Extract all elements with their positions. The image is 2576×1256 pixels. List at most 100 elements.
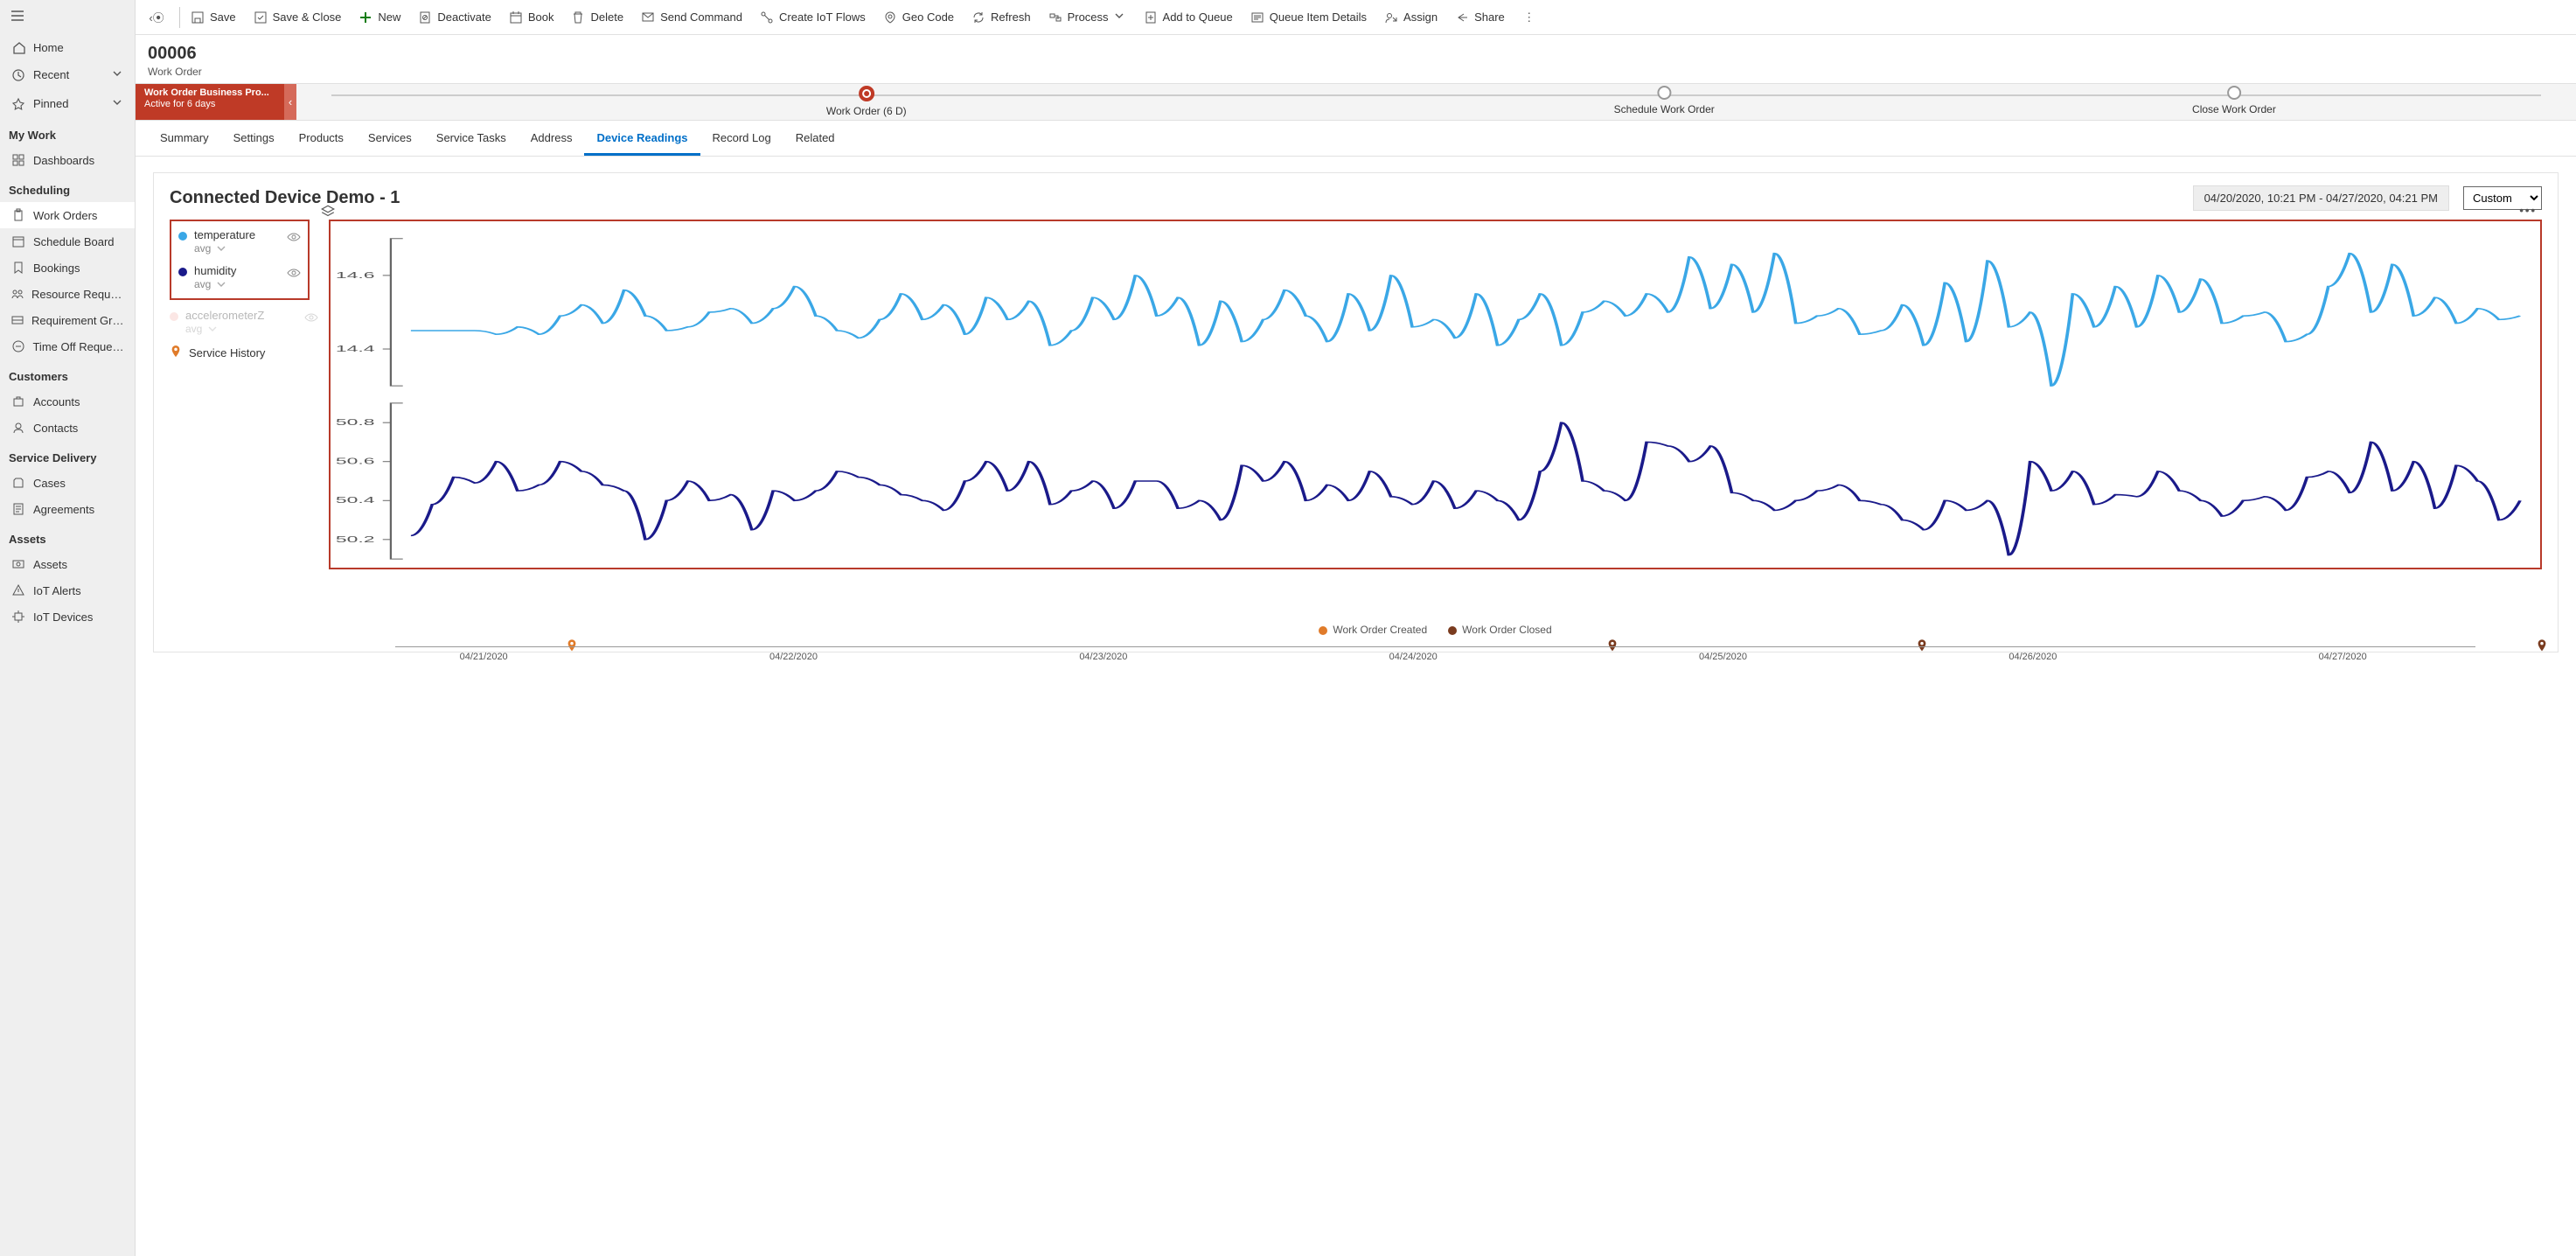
dashboard-icon	[10, 153, 26, 167]
record-tabs: SummarySettingsProductsServicesService T…	[136, 121, 2576, 157]
cmd-process[interactable]: Process	[1040, 0, 1135, 34]
reqgroup-icon	[10, 313, 24, 327]
nav-home[interactable]: Home	[0, 34, 135, 60]
send-icon	[641, 10, 655, 24]
x-tick: 04/27/2020	[2319, 652, 2367, 662]
cmd-geo-code[interactable]: Geo Code	[874, 0, 963, 34]
bpf-stage-close-work-order[interactable]: Close Work Order	[2192, 86, 2276, 115]
nav-recent[interactable]: Recent	[0, 60, 135, 89]
timeoff-icon	[10, 339, 25, 353]
legend-item-humidity[interactable]: humidityavg	[178, 264, 301, 291]
nav-item-iot-alerts[interactable]: IoT Alerts	[0, 577, 135, 604]
tab-settings[interactable]: Settings	[221, 121, 287, 156]
footer-legend-item: Work Order Created	[1319, 624, 1427, 636]
nav-item-work-orders[interactable]: Work Orders	[0, 202, 135, 228]
x-tick: 04/26/2020	[2009, 652, 2057, 662]
eye-icon[interactable]	[287, 230, 301, 247]
tab-summary[interactable]: Summary	[148, 121, 221, 156]
bpf-name: Work Order Business Pro...	[144, 87, 275, 99]
bpf-collapse-button[interactable]: ‹	[284, 84, 296, 120]
svg-text:50.8: 50.8	[336, 417, 375, 427]
x-tick: 04/25/2020	[1699, 652, 1747, 662]
back-button[interactable]: ‹⦿	[141, 0, 178, 34]
nav-item-cases[interactable]: Cases	[0, 470, 135, 496]
nav-item-requirement-groups[interactable]: Requirement Groups	[0, 307, 135, 333]
cmd-share[interactable]: Share	[1446, 0, 1514, 34]
tab-record-log[interactable]: Record Log	[700, 121, 783, 156]
legend-item-temperature[interactable]: temperatureavg	[178, 228, 301, 255]
left-nav: HomeRecentPinned My WorkDashboardsSchedu…	[0, 0, 136, 1256]
command-bar: ‹⦿SaveSave & CloseNewDeactivateBookDelet…	[136, 0, 2576, 35]
tab-device-readings[interactable]: Device Readings	[584, 121, 700, 156]
pin-icon	[10, 97, 26, 111]
eye-icon[interactable]	[304, 311, 318, 327]
queueadd-icon	[1144, 10, 1158, 24]
eye-icon[interactable]	[287, 266, 301, 283]
cmd-new[interactable]: New	[350, 0, 409, 34]
chevron-down-icon	[110, 66, 124, 83]
saveclose-icon	[254, 10, 268, 24]
new-icon	[359, 10, 372, 24]
nav-pinned[interactable]: Pinned	[0, 89, 135, 118]
booking-icon	[10, 261, 26, 275]
nav-item-agreements[interactable]: Agreements	[0, 496, 135, 522]
tab-related[interactable]: Related	[783, 121, 847, 156]
cmd-save[interactable]: Save	[182, 0, 245, 34]
cmd-assign[interactable]: Assign	[1375, 0, 1446, 34]
nav-item-schedule-board[interactable]: Schedule Board	[0, 228, 135, 255]
contact-icon	[10, 421, 26, 435]
tab-service-tasks[interactable]: Service Tasks	[424, 121, 519, 156]
iotalert-icon	[10, 583, 26, 597]
hamburger-button[interactable]	[0, 0, 135, 34]
nav-item-bookings[interactable]: Bookings	[0, 255, 135, 281]
bpf-stage-schedule-work-order[interactable]: Schedule Work Order	[1614, 86, 1715, 115]
cmd-deactivate[interactable]: Deactivate	[409, 0, 499, 34]
svg-text:50.4: 50.4	[336, 495, 375, 505]
cmd-create-iot-flows[interactable]: Create IoT Flows	[751, 0, 874, 34]
nav-section-customers: Customers	[0, 359, 135, 388]
nav-section-scheduling: Scheduling	[0, 173, 135, 202]
nav-item-iot-devices[interactable]: IoT Devices	[0, 604, 135, 630]
nav-item-time-off-requests[interactable]: Time Off Requests	[0, 333, 135, 359]
cmd-delete[interactable]: Delete	[562, 0, 632, 34]
chevron-down-icon	[1112, 9, 1126, 25]
main-area: ‹⦿SaveSave & CloseNewDeactivateBookDelet…	[136, 0, 2576, 1256]
bpf-stage-work-order[interactable]: Work Order (6 D)	[826, 86, 907, 117]
nav-item-resource-requireme-[interactable]: Resource Requireme...	[0, 281, 135, 307]
legend-item-accelerometerZ[interactable]: accelerometerZavg	[170, 309, 318, 336]
bpf-current-stage-tag[interactable]: Work Order Business Pro... Active for 6 …	[136, 84, 284, 120]
tab-services[interactable]: Services	[356, 121, 424, 156]
nav-item-dashboards[interactable]: Dashboards	[0, 147, 135, 173]
cmd-add-to-queue[interactable]: Add to Queue	[1135, 0, 1242, 34]
nav-item-assets[interactable]: Assets	[0, 551, 135, 577]
cmd-queue-item-details[interactable]: Queue Item Details	[1242, 0, 1375, 34]
cmd-book[interactable]: Book	[500, 0, 563, 34]
cmd-send-command[interactable]: Send Command	[632, 0, 751, 34]
iotdev-icon	[10, 610, 26, 624]
tab-address[interactable]: Address	[519, 121, 585, 156]
refresh-icon	[971, 10, 985, 24]
chevron-down-icon	[110, 95, 124, 112]
chart-more-button[interactable]: •••	[2519, 204, 2537, 217]
pin-icon	[170, 345, 182, 361]
record-entity: Work Order	[148, 66, 2564, 78]
clock-icon	[10, 68, 26, 82]
business-process-flow: Work Order Business Pro... Active for 6 …	[136, 84, 2576, 121]
legend-service-history[interactable]: Service History	[170, 345, 318, 361]
cmd-refresh[interactable]: Refresh	[963, 0, 1040, 34]
device-readings-panel: Connected Device Demo - 1 04/20/2020, 10…	[136, 157, 2576, 1256]
commandbar-overflow[interactable]: ⋮	[1514, 0, 1550, 34]
save-icon	[191, 10, 205, 24]
x-tick: 04/24/2020	[1389, 652, 1438, 662]
x-tick: 04/23/2020	[1079, 652, 1127, 662]
case-icon	[10, 476, 26, 490]
nav-item-accounts[interactable]: Accounts	[0, 388, 135, 415]
nav-item-contacts[interactable]: Contacts	[0, 415, 135, 441]
calendar-icon	[10, 234, 26, 248]
cmd-save-close[interactable]: Save & Close	[245, 0, 351, 34]
process-icon	[1048, 10, 1062, 24]
series-legend-box: temperatureavg humidityavg	[170, 220, 310, 300]
date-range-display[interactable]: 04/20/2020, 10:21 PM - 04/27/2020, 04:21…	[2193, 185, 2449, 211]
tab-products[interactable]: Products	[287, 121, 356, 156]
agreement-icon	[10, 502, 26, 516]
